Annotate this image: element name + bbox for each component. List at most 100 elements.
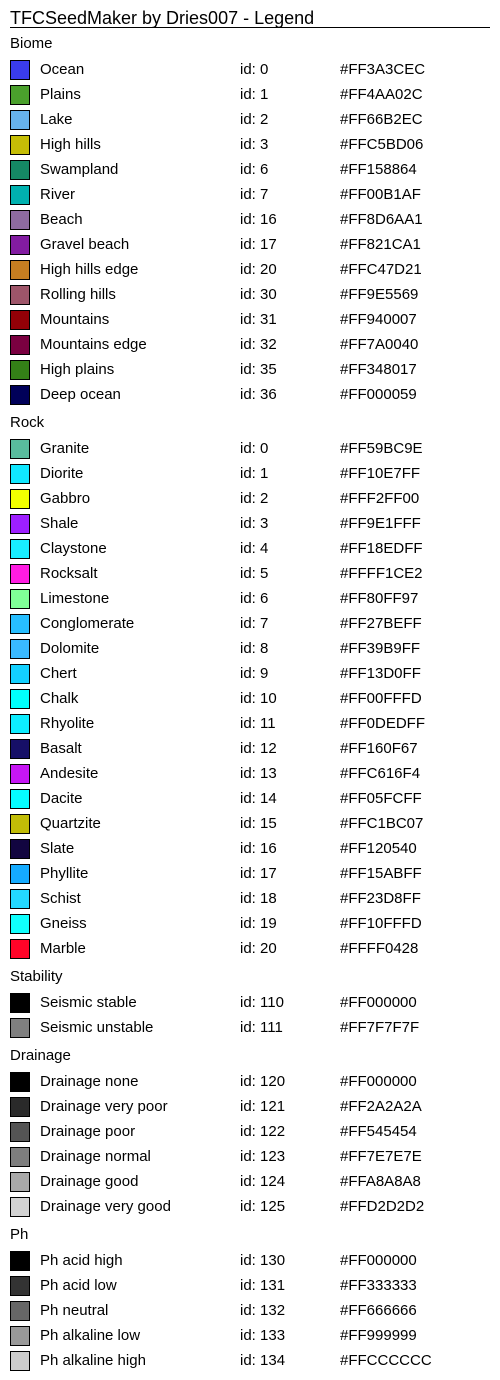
legend-row: Drainage none id: 120 #FF000000 bbox=[0, 1072, 500, 1094]
legend-item-id: id: 0 bbox=[240, 440, 269, 457]
legend-item-id: id: 3 bbox=[240, 136, 269, 153]
legend-item-id: id: 121 bbox=[240, 1098, 286, 1115]
color-swatch bbox=[10, 1072, 30, 1092]
legend-item-name: Ocean bbox=[40, 61, 85, 78]
legend-row: Shale id: 3 #FF9E1FFF bbox=[0, 514, 500, 536]
section-title-drainage: Drainage bbox=[10, 1047, 71, 1064]
legend-item-id: id: 18 bbox=[240, 890, 277, 907]
legend-item-id: id: 19 bbox=[240, 915, 277, 932]
legend-row: Andesite id: 13 #FFC616F4 bbox=[0, 764, 500, 786]
legend-row: Deep ocean id: 36 #FF000059 bbox=[0, 385, 500, 407]
legend-row: Dolomite id: 8 #FF39B9FF bbox=[0, 639, 500, 661]
legend-item-name: Diorite bbox=[40, 465, 84, 482]
legend-row: Gabbro id: 2 #FFF2FF00 bbox=[0, 489, 500, 511]
legend-item-id: id: 12 bbox=[240, 740, 277, 757]
legend-item-id: id: 7 bbox=[240, 186, 269, 203]
color-swatch bbox=[10, 185, 30, 205]
legend-item-hex: #FF7F7F7F bbox=[340, 1019, 420, 1036]
legend-item-name: Drainage poor bbox=[40, 1123, 136, 1140]
legend-item-hex: #FF158864 bbox=[340, 161, 417, 178]
legend-item-name: Andesite bbox=[40, 765, 99, 782]
legend-item-name: Rhyolite bbox=[40, 715, 95, 732]
legend-item-name: Chert bbox=[40, 665, 77, 682]
legend-item-id: id: 132 bbox=[240, 1302, 286, 1319]
legend-row: Beach id: 16 #FF8D6AA1 bbox=[0, 210, 500, 232]
color-swatch bbox=[10, 285, 30, 305]
legend-item-hex: #FF3A3CEC bbox=[340, 61, 426, 78]
section-title-ph: Ph bbox=[10, 1226, 29, 1243]
legend-item-name: Ph alkaline high bbox=[40, 1352, 146, 1369]
color-swatch bbox=[10, 764, 30, 784]
legend-item-id: id: 110 bbox=[240, 994, 284, 1011]
legend-item-hex: #FF7A0040 bbox=[340, 336, 419, 353]
legend-item-id: id: 31 bbox=[240, 311, 277, 328]
legend-item-id: id: 0 bbox=[240, 61, 269, 78]
legend-row: Lake id: 2 #FF66B2EC bbox=[0, 110, 500, 132]
legend-item-name: Slate bbox=[40, 840, 75, 857]
color-swatch bbox=[10, 1147, 30, 1167]
legend-item-hex: #FF15ABFF bbox=[340, 865, 422, 882]
legend-item-id: id: 1 bbox=[240, 86, 269, 103]
legend-item-name: Shale bbox=[40, 515, 79, 532]
legend-item-hex: #FF59BC9E bbox=[340, 440, 423, 457]
legend-row: Plains id: 1 #FF4AA02C bbox=[0, 85, 500, 107]
legend-row: Seismic stable id: 110 #FF000000 bbox=[0, 993, 500, 1015]
legend-item-id: id: 13 bbox=[240, 765, 277, 782]
legend-row: Limestone id: 6 #FF80FF97 bbox=[0, 589, 500, 611]
legend-row: Drainage very good id: 125 #FFD2D2D2 bbox=[0, 1197, 500, 1219]
legend-item-name: River bbox=[40, 186, 76, 203]
legend-row: Rocksalt id: 5 #FFFF1CE2 bbox=[0, 564, 500, 586]
legend-item-hex: #FF000059 bbox=[340, 386, 417, 403]
legend-row: Chert id: 9 #FF13D0FF bbox=[0, 664, 500, 686]
legend-item-id: id: 14 bbox=[240, 790, 277, 807]
legend-row: Dacite id: 14 #FF05FCFF bbox=[0, 789, 500, 811]
legend-item-id: id: 4 bbox=[240, 540, 269, 557]
color-swatch bbox=[10, 489, 30, 509]
color-swatch bbox=[10, 514, 30, 534]
section-title-biome: Biome bbox=[10, 35, 53, 52]
legend-item-hex: #FF821CA1 bbox=[340, 236, 421, 253]
legend-item-hex: #FF4AA02C bbox=[340, 86, 423, 103]
legend-item-name: Ph acid low bbox=[40, 1277, 117, 1294]
color-swatch bbox=[10, 1122, 30, 1142]
legend-item-id: id: 16 bbox=[240, 211, 277, 228]
color-swatch bbox=[10, 689, 30, 709]
legend-row: Quartzite id: 15 #FFC1BC07 bbox=[0, 814, 500, 836]
legend-item-id: id: 32 bbox=[240, 336, 277, 353]
color-swatch bbox=[10, 439, 30, 459]
legend-item-hex: #FF00FFFD bbox=[340, 690, 422, 707]
legend-item-hex: #FF9E1FFF bbox=[340, 515, 421, 532]
legend-item-hex: #FF23D8FF bbox=[340, 890, 421, 907]
legend-item-id: id: 8 bbox=[240, 640, 269, 657]
legend-item-hex: #FF13D0FF bbox=[340, 665, 421, 682]
legend-item-name: Rolling hills bbox=[40, 286, 116, 303]
legend-item-name: High plains bbox=[40, 361, 115, 378]
legend-item-name: Plains bbox=[40, 86, 81, 103]
legend-item-hex: #FF80FF97 bbox=[340, 590, 419, 607]
legend-item-name: Mountains bbox=[40, 311, 110, 328]
legend-row: Drainage good id: 124 #FFA8A8A8 bbox=[0, 1172, 500, 1194]
legend-item-name: Phyllite bbox=[40, 865, 89, 882]
legend-row: Schist id: 18 #FF23D8FF bbox=[0, 889, 500, 911]
legend-item-name: Marble bbox=[40, 940, 86, 957]
legend-row: High hills edge id: 20 #FFC47D21 bbox=[0, 260, 500, 282]
legend-row: Diorite id: 1 #FF10E7FF bbox=[0, 464, 500, 486]
legend-item-hex: #FF66B2EC bbox=[340, 111, 423, 128]
legend-row: Ph alkaline low id: 133 #FF999999 bbox=[0, 1326, 500, 1348]
legend-item-hex: #FFC1BC07 bbox=[340, 815, 424, 832]
legend-item-id: id: 20 bbox=[240, 261, 277, 278]
color-swatch bbox=[10, 260, 30, 280]
legend-item-name: Drainage very good bbox=[40, 1198, 171, 1215]
legend-item-name: Claystone bbox=[40, 540, 107, 557]
color-swatch bbox=[10, 864, 30, 884]
section-title-rock: Rock bbox=[10, 414, 45, 431]
legend-item-id: id: 3 bbox=[240, 515, 269, 532]
color-swatch bbox=[10, 714, 30, 734]
color-swatch bbox=[10, 310, 30, 330]
legend-item-name: Ph neutral bbox=[40, 1302, 109, 1319]
legend-row: Gravel beach id: 17 #FF821CA1 bbox=[0, 235, 500, 257]
color-swatch bbox=[10, 589, 30, 609]
legend-item-hex: #FF10E7FF bbox=[340, 465, 421, 482]
color-swatch bbox=[10, 1018, 30, 1038]
legend-row: Ocean id: 0 #FF3A3CEC bbox=[0, 60, 500, 82]
